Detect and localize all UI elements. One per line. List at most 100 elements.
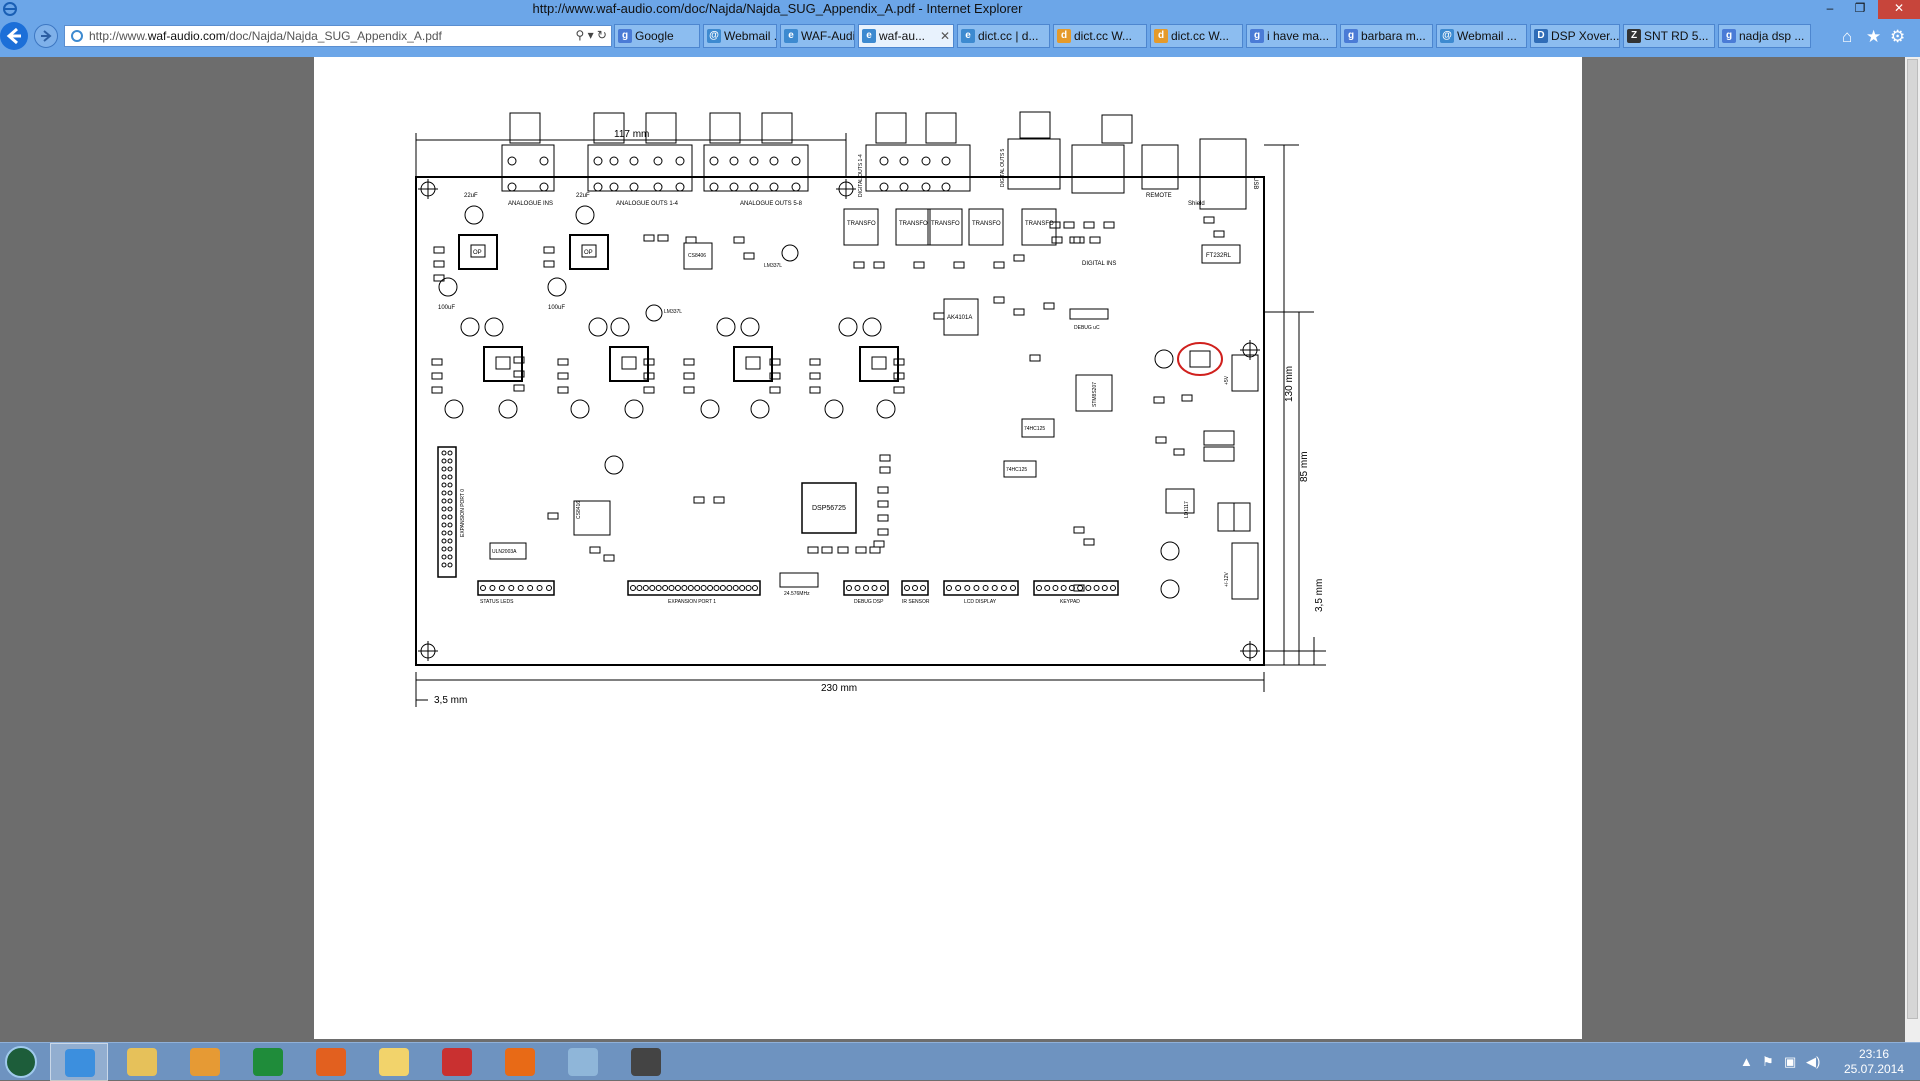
smd-component [953,261,965,269]
header-pin [527,585,534,591]
browser-tab[interactable]: D DSP Xover... [1530,24,1620,48]
connector-pin [653,182,663,192]
tab-label: SNT RD 5... [1644,29,1709,43]
capacitor [1160,541,1180,561]
taskbar-app-firefox[interactable] [302,1043,360,1081]
vertical-scrollbar[interactable] [1905,57,1920,1042]
browser-tab[interactable]: g barbara m... [1340,24,1433,48]
status-leds-label: STATUS LEDS [480,599,514,605]
minimize-button[interactable]: – [1818,0,1842,19]
start-button[interactable] [2,1043,38,1081]
taskbar-app-file-explorer[interactable] [113,1043,171,1081]
clock[interactable]: 23:16 25.07.2014 [1835,1047,1913,1077]
header-pin [732,585,739,591]
op-amp-label: OP [473,250,482,256]
taskbar-app-excel[interactable] [239,1043,297,1081]
tab-close-icon[interactable]: ✕ [940,25,950,47]
smd-component [877,528,889,536]
smd-component [855,546,867,554]
analogue-outs-1-4-label: ANALOGUE OUTS 1-4 [616,201,679,207]
tab-favicon-icon: d [1057,29,1071,43]
app-satellite-icon [631,1048,661,1076]
browser-tab[interactable]: @Webmail ... [1436,24,1527,48]
network-icon[interactable]: ▣ [1784,1054,1796,1070]
window-title: http://www.waf-audio.com/doc/Najda/Najda… [532,1,1023,16]
header-pin [441,458,447,464]
connector-pin [729,182,739,192]
favorites-icon[interactable]: ★ [1866,28,1881,45]
taskbar-app-app-k1[interactable] [491,1043,549,1081]
browser-tab[interactable]: gi have ma... [1246,24,1337,48]
smd-component [1203,216,1215,224]
power-5v-connector [1231,354,1259,392]
browser-tab[interactable]: d dict.cc W... [1053,24,1147,48]
browser-tab[interactable]: d dict.cc W... [1150,24,1243,48]
taskbar-app-internet-explorer[interactable] [50,1043,108,1081]
browser-tab[interactable]: eWAF-Audio [780,24,855,48]
browser-tab[interactable]: e dict.cc | d... [957,24,1050,48]
pdf-page: 117 mm 230 mm 3,5 mm 130 mm 85 mm 3,5 mm ANALO… [314,57,1582,1039]
capacitor [588,317,608,337]
restore-button[interactable]: ❐ [1848,0,1872,19]
header-pin [1000,585,1007,591]
smd-component [893,386,905,394]
browser-tab[interactable]: g nadja dsp ... [1718,24,1811,48]
browser-tab[interactable]: g Google [614,24,700,48]
smd-component [877,500,889,508]
debug-dsp-header [843,580,889,596]
taskbar-app-folder[interactable] [365,1043,423,1081]
close-button[interactable]: ✕ [1878,0,1920,19]
volume-icon[interactable]: ◀) [1806,1054,1820,1070]
header-pin [447,506,453,512]
back-button[interactable] [0,22,28,50]
browser-tab[interactable]: @Webmail ... [703,24,777,48]
forward-button[interactable] [34,24,58,48]
transformer-label: TRANSFO [899,221,928,227]
header-pin [904,585,910,591]
header-pin [447,562,453,568]
settings-icon[interactable]: ⚙ [1890,28,1905,45]
smd-component [433,246,445,254]
browser-tab[interactable]: e waf-au... ✕ [858,24,954,48]
analogue-ins-label: ANALOGUE INS [508,201,553,207]
header-pin [649,585,656,591]
tab-label: dict.cc | d... [978,29,1039,43]
home-icon[interactable]: ⌂ [1842,28,1852,45]
scrollbar-thumb[interactable] [1907,59,1918,1019]
firefox-icon [316,1048,346,1076]
tray-arrow-icon[interactable]: ▲ [1740,1054,1753,1069]
taskbar-app-app-satellite[interactable] [617,1043,675,1081]
digital-out-jack [925,112,957,144]
header-pin [447,554,453,560]
taskbar-app-app-swirl[interactable] [428,1043,486,1081]
header-pin [1036,585,1042,591]
smd-component [879,454,891,462]
file-explorer-icon [127,1048,157,1076]
taskbar-app-media-player[interactable] [176,1043,234,1081]
taskbar-app-paint[interactable] [554,1043,612,1081]
browser-tab[interactable]: Z SNT RD 5... [1623,24,1715,48]
analogue-in-connector-pin [507,156,517,166]
address-bar[interactable]: http://www.waf-audio.com/doc/Najda/Najda… [64,25,612,47]
smd-component [431,386,443,394]
smd-component [693,496,705,504]
ir-sensor-header [901,580,929,596]
header-pin [536,585,543,591]
connector-pin [653,156,663,166]
capacitor [460,317,480,337]
header-pin [447,546,453,552]
digital-outs-5-label: DIGITAL OUTS 5 [1000,148,1006,187]
header-pin [447,474,453,480]
transformer [1021,208,1057,246]
smd-component [743,252,755,260]
windows-logo-icon [5,1046,37,1078]
analogue-in-connector-jack [509,112,541,144]
flag-icon[interactable]: ⚑ [1762,1054,1774,1070]
capacitor [1154,349,1174,369]
smd-component [933,312,945,320]
address-tools-icons[interactable]: ⚲ ▾ ↻ [575,28,607,42]
crystal-label: 24.576MHz [784,591,810,597]
header-pin [447,538,453,544]
connector-pin [609,182,619,192]
chip-label: STM8S207 [1092,382,1098,407]
